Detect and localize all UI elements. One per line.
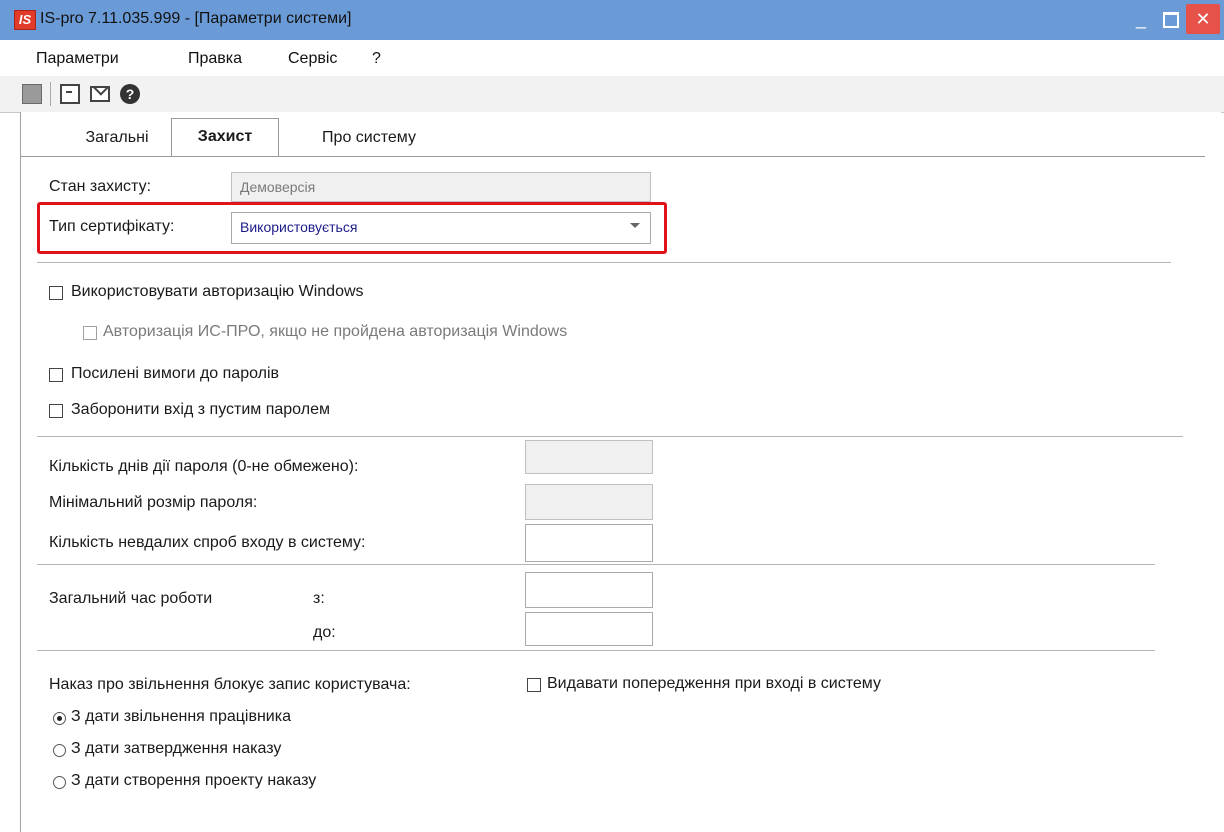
failed-attempts-label: Кількість невдалих спроб входу в систему… xyxy=(49,534,366,551)
app-logo-icon: IS xyxy=(14,10,36,30)
forbid-empty-password-checkbox[interactable] xyxy=(49,404,63,418)
use-windows-auth-checkbox[interactable] xyxy=(49,286,63,300)
menu-edit[interactable]: Правка xyxy=(188,50,242,68)
min-password-input[interactable] xyxy=(525,484,653,520)
radio-dismissal-date[interactable] xyxy=(53,712,66,725)
mail-icon[interactable] xyxy=(90,86,110,102)
tab-security[interactable]: Захист xyxy=(171,118,279,156)
section-divider-3 xyxy=(37,564,1155,565)
menu-service[interactable]: Сервіс xyxy=(288,50,337,68)
work-time-from-input[interactable] xyxy=(525,572,653,608)
radio-dismissal-date-label: З дати звільнення працівника xyxy=(71,708,291,725)
min-password-label: Мінімальний розмір пароля: xyxy=(49,494,258,511)
ispro-auth-fallback-label: Авторизація ИС-ПРО, якщо не пройдена авт… xyxy=(103,323,568,340)
maximize-icon xyxy=(1163,12,1179,29)
protection-state-value: Демоверсія xyxy=(240,179,316,195)
use-windows-auth-label: Використовувати авторизацію Windows xyxy=(71,283,364,300)
menu-parameters[interactable]: Параметри xyxy=(36,50,119,68)
strong-passwords-label: Посилені вимоги до паролів xyxy=(71,365,280,382)
section-divider-1 xyxy=(37,262,1171,263)
work-time-label: Загальний час роботи xyxy=(49,590,213,607)
help-icon[interactable]: ? xyxy=(120,84,140,104)
form-icon[interactable] xyxy=(60,84,80,104)
menu-help[interactable]: ? xyxy=(372,50,381,68)
menu-bar: Параметри Правка Сервіс ? xyxy=(0,40,1224,77)
password-days-input[interactable] xyxy=(525,440,653,474)
strong-passwords-checkbox[interactable] xyxy=(49,368,63,382)
ispro-auth-fallback-checkbox[interactable] xyxy=(83,326,97,340)
protection-state-field: Демоверсія xyxy=(231,172,651,202)
radio-draft-date[interactable] xyxy=(53,776,66,789)
tabs-divider xyxy=(21,156,1205,157)
chevron-down-icon xyxy=(630,223,640,228)
window-title: IS-pro 7.11.035.999 - [Параметри системи… xyxy=(40,10,352,27)
close-button[interactable]: ✕ xyxy=(1186,4,1220,34)
warn-on-login-checkbox[interactable] xyxy=(527,678,541,692)
section-divider-4 xyxy=(37,650,1155,651)
certificate-type-value: Використовується xyxy=(240,219,358,235)
failed-attempts-input[interactable] xyxy=(525,524,653,562)
minimize-button[interactable]: _ xyxy=(1124,4,1158,34)
protection-state-label: Стан захисту: xyxy=(49,178,152,195)
certificate-type-select[interactable]: Використовується xyxy=(231,212,651,244)
radio-approval-date-label: З дати затвердження наказу xyxy=(71,740,282,757)
toolbar: ? xyxy=(0,76,1224,113)
certificate-type-label: Тип сертифікату: xyxy=(49,218,175,235)
title-bar: IS IS-pro 7.11.035.999 - [Параметри сист… xyxy=(0,0,1224,40)
work-time-to-label: до: xyxy=(313,624,336,641)
dismissal-label: Наказ про звільнення блокує запис корист… xyxy=(49,676,411,693)
stop-icon[interactable] xyxy=(22,84,42,104)
tab-about[interactable]: Про систему xyxy=(291,120,447,156)
work-time-from-label: з: xyxy=(313,590,325,607)
work-time-to-input[interactable] xyxy=(525,612,653,646)
forbid-empty-password-label: Заборонити вхід з пустим паролем xyxy=(71,401,330,418)
radio-draft-date-label: З дати створення проекту наказу xyxy=(71,772,317,789)
maximize-button[interactable] xyxy=(1154,4,1188,34)
tab-general[interactable]: Загальні xyxy=(59,120,175,156)
toolbar-separator xyxy=(50,82,51,106)
warn-on-login-label: Видавати попередження при вході в систем… xyxy=(547,675,881,692)
settings-panel: Загальні Захист Про систему Стан захисту… xyxy=(20,112,1221,832)
password-days-label: Кількість днів дії пароля (0-не обмежено… xyxy=(49,458,359,475)
section-divider-2-line xyxy=(37,436,1183,437)
radio-approval-date[interactable] xyxy=(53,744,66,757)
